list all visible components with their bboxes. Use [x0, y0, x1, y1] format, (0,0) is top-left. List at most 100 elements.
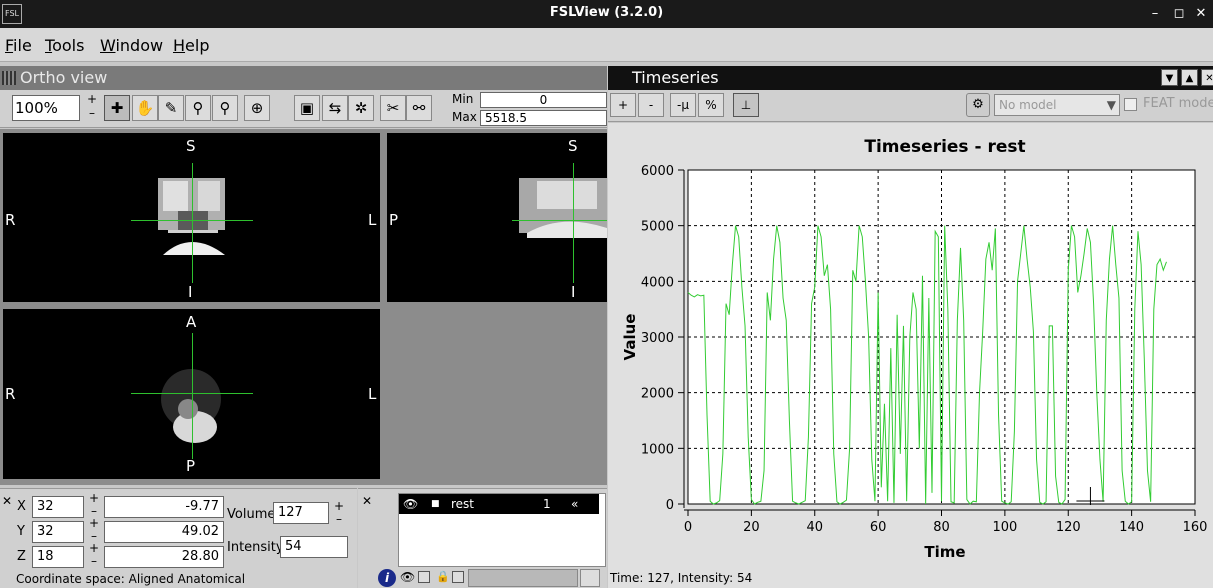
menu-help[interactable]: Help — [173, 36, 209, 55]
z-up-button[interactable]: + — [88, 542, 100, 554]
y-voxel-input[interactable]: 32 — [32, 521, 84, 543]
y-tick-label: 1000 — [641, 442, 674, 457]
target-icon[interactable]: ⊕ — [244, 95, 270, 121]
close-panel-icon[interactable]: ✕ — [1, 495, 13, 507]
layer-name: rest — [451, 497, 475, 511]
axial-view[interactable]: A P R L — [3, 309, 380, 479]
close-dock-icon[interactable]: ✕ — [1201, 69, 1213, 86]
x-up-button[interactable]: + — [88, 492, 100, 504]
visibility-eye-icon[interactable]: 👁 — [403, 494, 418, 514]
chart-title: Timeseries - rest — [864, 137, 1025, 157]
toggle-box-icon[interactable] — [452, 571, 464, 583]
zoom-out-icon[interactable]: ⚲ — [212, 95, 238, 121]
scissors-icon[interactable]: ✂ — [380, 95, 406, 121]
layer-list: 👁 ■ rest 1 « — [398, 493, 606, 567]
menu-tools[interactable]: Tools — [45, 36, 84, 55]
min-label: Min — [452, 92, 474, 106]
lock-icon[interactable]: ■ — [431, 494, 440, 514]
swap-icon[interactable]: ⇆ — [322, 95, 348, 121]
remove-timeseries-button[interactable]: - — [638, 93, 664, 117]
plot-layer: 0 20 40 60 80 100 120 140 160 0 1000 2000 3000 4000 50… — [641, 164, 1208, 535]
model-select[interactable]: No model ▼ — [994, 94, 1120, 116]
volume-down-button[interactable]: – — [333, 513, 345, 525]
crosshair-horizontal — [512, 220, 607, 221]
feat-mode-label: FEAT mode — [1143, 96, 1213, 111]
zoom-up-button[interactable]: + — [86, 93, 98, 105]
y-tick-label: 0 — [666, 498, 674, 513]
binoculars-icon[interactable]: ⚯ — [406, 95, 432, 121]
dock-grip-icon[interactable] — [2, 71, 16, 85]
y-tick-label: 3000 — [641, 331, 674, 346]
orient-left-label: R — [5, 385, 16, 403]
max-input[interactable]: 5518.5 — [480, 110, 607, 126]
x-tick-label: 20 — [743, 520, 760, 535]
timeseries-header: Timeseries ▼ ▲ ✕ — [608, 66, 1213, 90]
y-tick-label: 5000 — [641, 220, 674, 235]
orient-right-label: L — [368, 211, 377, 229]
float-icon[interactable]: ▲ — [1181, 69, 1198, 86]
close-panel-icon[interactable]: ✕ — [361, 495, 373, 507]
demean-button[interactable]: -µ — [670, 93, 696, 117]
sagittal-slice-image — [519, 178, 607, 238]
intensity-value: 54 — [280, 536, 348, 558]
eye-icon[interactable]: 👁 — [400, 570, 415, 584]
y-world-input[interactable]: 49.02 — [104, 521, 224, 543]
sagittal-view[interactable]: S I P — [387, 133, 607, 302]
layer-scrollbar[interactable] — [468, 569, 578, 587]
axis-toggle-icon[interactable]: ⊥ — [733, 93, 759, 117]
menu-bar: File Tools Window Help — [0, 28, 1213, 62]
x-voxel-input[interactable]: 32 — [32, 496, 84, 518]
y-up-button[interactable]: + — [88, 517, 100, 529]
z-world-input[interactable]: 28.80 — [104, 546, 224, 568]
zoom-icon[interactable]: ⚲ — [185, 95, 211, 121]
cross-tool-icon[interactable]: ✚ — [104, 95, 130, 121]
layer-row[interactable]: 👁 ■ rest 1 « — [399, 494, 599, 514]
ortho-view-title: Ortho view — [20, 68, 108, 87]
cursor-coordinates-panel: ✕ X 32 + – -9.77 Y 32 + – 49.02 Z 18 + –… — [0, 488, 357, 588]
scroll-button[interactable] — [580, 569, 600, 587]
toggle-box-icon[interactable] — [418, 571, 430, 583]
volume-up-button[interactable]: + — [333, 500, 345, 512]
layer-expand-icon[interactable]: « — [571, 494, 578, 514]
min-input[interactable]: 0 — [480, 92, 607, 108]
fslview-window: FSL FSLView (3.2.0) – ◻ ✕ File Tools Win… — [0, 0, 1213, 588]
hand-icon[interactable]: ✋ — [132, 95, 158, 121]
timeseries-chart[interactable]: Timeseries - rest Time Value 0 20 40 60 80 10… — [608, 123, 1213, 571]
zoom-input[interactable]: 100% — [12, 95, 80, 121]
crosshair-vertical — [192, 163, 193, 283]
maximize-button[interactable]: ◻ — [1170, 5, 1188, 23]
x-tick-label: 140 — [1119, 520, 1144, 535]
feat-mode-checkbox[interactable] — [1124, 98, 1137, 111]
orient-bottom-label: P — [186, 457, 196, 475]
timeseries-plot-area: Timeseries - rest Time Value 0 20 40 60 80 10… — [608, 123, 1213, 571]
image-info-icon[interactable]: ▣ — [294, 95, 320, 121]
lock-small-icon[interactable]: 🔒 — [436, 570, 450, 583]
z-down-button[interactable]: – — [88, 555, 100, 567]
menu-file[interactable]: File — [5, 36, 32, 55]
menu-window[interactable]: Window — [100, 36, 163, 55]
volume-input[interactable]: 127 — [273, 502, 329, 524]
ortho-view-header: Ortho view — [0, 66, 607, 90]
dock-menu-icon[interactable]: ▼ — [1161, 69, 1178, 86]
z-voxel-input[interactable]: 18 — [32, 546, 84, 568]
zoom-down-button[interactable]: – — [86, 107, 98, 119]
info-icon[interactable]: i — [378, 569, 396, 587]
z-label: Z — [17, 549, 26, 564]
orient-bottom-label: I — [188, 283, 193, 301]
percent-button[interactable]: % — [698, 93, 724, 117]
pencil-icon[interactable]: ✎ — [158, 95, 184, 121]
max-label: Max — [452, 110, 477, 124]
close-button[interactable]: ✕ — [1192, 5, 1210, 23]
x-tick-label: 40 — [806, 520, 823, 535]
model-icon[interactable]: ⚙ — [966, 93, 990, 117]
add-timeseries-button[interactable]: + — [610, 93, 636, 117]
window-title: FSLView (3.2.0) — [549, 5, 664, 20]
x-world-input[interactable]: -9.77 — [104, 496, 224, 518]
minimize-button[interactable]: – — [1146, 5, 1164, 23]
x-tick-label: 100 — [992, 520, 1017, 535]
coronal-view[interactable]: S I R L — [3, 133, 380, 302]
y-axis-label: Value — [621, 314, 639, 361]
cursor-link-icon[interactable]: ✲ — [348, 95, 374, 121]
ortho-toolbar: 100% + – ✚ ✋ ✎ ⚲ ⚲ ⊕ ▣ ⇆ ✲ ✂ ⚯ Min 0 Max… — [0, 90, 607, 128]
orient-top-label: A — [186, 313, 197, 331]
